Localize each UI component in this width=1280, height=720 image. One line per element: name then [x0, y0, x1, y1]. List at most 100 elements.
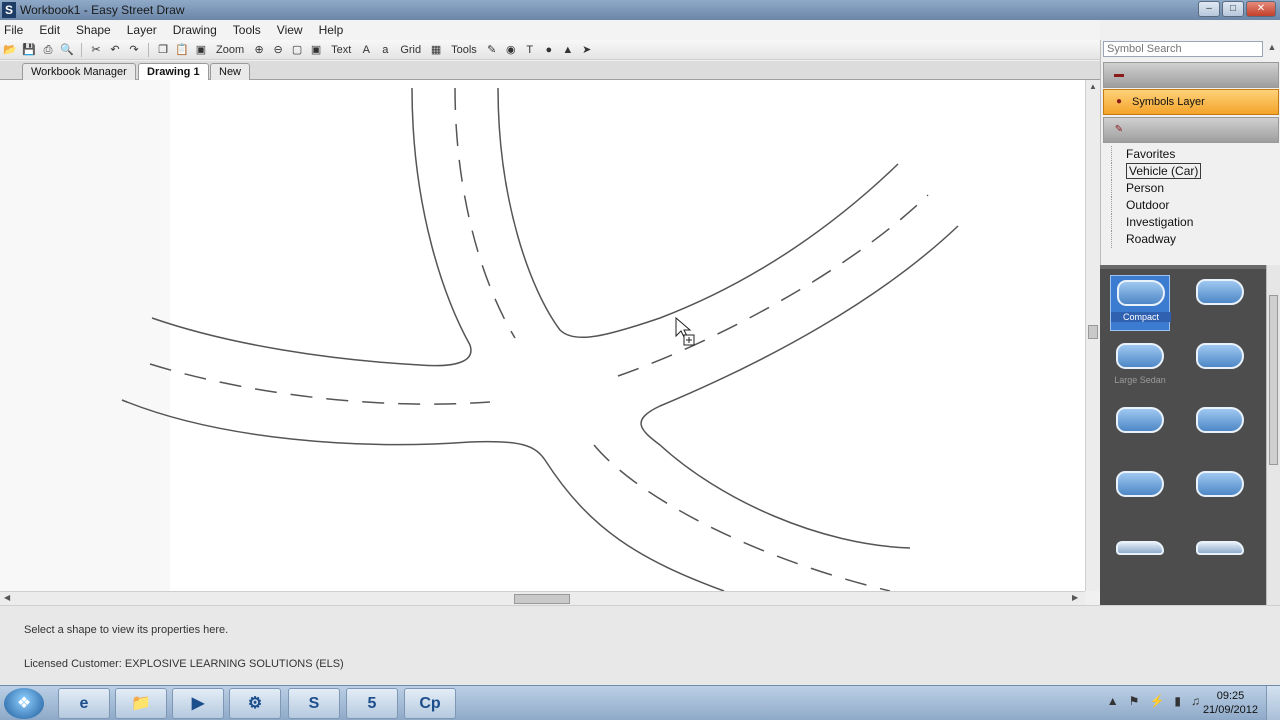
- category-roadway[interactable]: Roadway: [1111, 231, 1271, 248]
- scroll-thumb[interactable]: [1088, 325, 1098, 339]
- properties-hint: Select a shape to view its properties he…: [24, 624, 229, 636]
- symbol-car[interactable]: [1110, 403, 1170, 459]
- power-icon[interactable]: ⚡: [1149, 694, 1164, 708]
- zoom-window-icon[interactable]: ▣: [308, 43, 324, 57]
- category-investigation[interactable]: Investigation: [1111, 214, 1271, 231]
- symbol-car-side[interactable]: [1110, 531, 1170, 587]
- symbol-car[interactable]: [1190, 403, 1250, 459]
- symbol-large-sedan[interactable]: Large Sedan: [1110, 339, 1170, 395]
- tab-strip: Workbook Manager Drawing 1 New: [0, 61, 1100, 81]
- group-icon[interactable]: ▣: [193, 43, 209, 57]
- text-tool-icon[interactable]: T: [522, 43, 538, 57]
- print-icon[interactable]: ⎙: [40, 43, 56, 57]
- tray-expand-icon[interactable]: ▲: [1107, 694, 1119, 708]
- menu-view[interactable]: View: [277, 23, 303, 37]
- media-player-icon[interactable]: ▶: [172, 688, 224, 719]
- category-person[interactable]: Person: [1111, 180, 1271, 197]
- symbol-car[interactable]: [1190, 339, 1250, 395]
- layer-button-annotation[interactable]: ✎: [1103, 117, 1279, 143]
- clock[interactable]: 09:25 21/09/2012: [1203, 689, 1258, 717]
- skype-icon[interactable]: S: [288, 688, 340, 719]
- symbol-gallery-scrollbar[interactable]: [1266, 265, 1280, 605]
- menu-layer[interactable]: Layer: [127, 23, 157, 37]
- car-tool-icon[interactable]: ●: [541, 43, 557, 57]
- drawing-canvas[interactable]: [0, 80, 1085, 591]
- category-vehicle-car[interactable]: Vehicle (Car): [1111, 163, 1271, 180]
- tools-app-icon[interactable]: ⚙: [229, 688, 281, 719]
- menu-file[interactable]: File: [4, 23, 23, 37]
- menu-shape[interactable]: Shape: [76, 23, 111, 37]
- menu-drawing[interactable]: Drawing: [173, 23, 217, 37]
- print-preview-icon[interactable]: 🔍: [59, 43, 75, 57]
- network-icon[interactable]: ▮: [1174, 694, 1181, 708]
- symbol-car[interactable]: [1110, 467, 1170, 523]
- symbol-car-side[interactable]: [1190, 531, 1250, 587]
- zoom-fit-icon[interactable]: ▢: [289, 43, 305, 57]
- text-label: Text: [331, 43, 352, 56]
- internet-explorer-icon[interactable]: e: [58, 688, 110, 719]
- car-top-icon: [1196, 471, 1244, 497]
- save-icon[interactable]: 💾: [21, 43, 37, 57]
- zoom-out-icon[interactable]: ⊖: [270, 43, 286, 57]
- sign-tool-icon[interactable]: ▲: [560, 43, 576, 57]
- mouse-cursor-icon: [675, 316, 695, 346]
- lane-divider: [454, 87, 516, 339]
- layer-button-symbols[interactable]: ● Symbols Layer: [1103, 89, 1279, 115]
- undo-icon[interactable]: ↶: [107, 43, 123, 57]
- cut-icon[interactable]: ✂: [88, 43, 104, 57]
- show-desktop-button[interactable]: [1266, 686, 1280, 720]
- lane-divider: [149, 363, 491, 405]
- road-edge: [497, 87, 899, 339]
- road-edge: [640, 225, 959, 549]
- scroll-right-icon[interactable]: ▶: [1072, 593, 1078, 602]
- canvas-vertical-scrollbar[interactable]: ▲: [1085, 80, 1100, 591]
- windows-taskbar: ❖ e 📁 ▶ ⚙ S 5 Cp ▲ ⚑ ⚡ ▮ ♫ 09:25 21/09/2…: [0, 685, 1280, 720]
- scroll-thumb[interactable]: [1269, 295, 1278, 465]
- scroll-left-icon[interactable]: ◀: [4, 593, 10, 602]
- car-top-icon: [1116, 471, 1164, 497]
- measure-icon[interactable]: ✎: [484, 43, 500, 57]
- maximize-button[interactable]: □: [1222, 1, 1244, 17]
- grid-icon[interactable]: ▦: [428, 43, 444, 57]
- menu-help[interactable]: Help: [319, 23, 344, 37]
- symbol-compact[interactable]: Compact: [1110, 275, 1171, 331]
- window-title: Workbook1 - Easy Street Draw: [20, 3, 185, 17]
- tab-drawing-1[interactable]: Drawing 1: [138, 63, 209, 81]
- start-button[interactable]: ❖: [4, 688, 44, 719]
- car-side-icon: [1116, 541, 1164, 555]
- scroll-up-icon[interactable]: ▲: [1266, 42, 1278, 56]
- redo-icon[interactable]: ↷: [126, 43, 142, 57]
- arrow-tool-icon[interactable]: ➤: [579, 43, 595, 57]
- paste-icon[interactable]: 📋: [174, 43, 190, 57]
- action-center-icon[interactable]: ⚑: [1129, 694, 1140, 708]
- window-controls: – □ ✕: [1198, 1, 1276, 17]
- menu-edit[interactable]: Edit: [39, 23, 60, 37]
- tab-workbook-manager[interactable]: Workbook Manager: [22, 63, 136, 80]
- tab-new[interactable]: New: [210, 63, 251, 80]
- font-decrease-icon[interactable]: a: [377, 43, 393, 57]
- minimize-button[interactable]: –: [1198, 1, 1220, 17]
- easy-street-draw-icon[interactable]: 5: [346, 688, 398, 719]
- volume-icon[interactable]: ♫: [1191, 694, 1200, 708]
- copy-icon[interactable]: ❐: [155, 43, 171, 57]
- symbol-search-input[interactable]: [1103, 41, 1263, 57]
- scroll-up-icon[interactable]: ▲: [1089, 82, 1097, 91]
- symbol-car[interactable]: [1190, 275, 1250, 331]
- captivate-icon[interactable]: Cp: [404, 688, 456, 719]
- file-explorer-icon[interactable]: 📁: [115, 688, 167, 719]
- canvas-horizontal-scrollbar[interactable]: ◀ ▶: [0, 591, 1085, 605]
- road-icon: ▬: [1114, 69, 1124, 80]
- category-favorites[interactable]: Favorites: [1111, 146, 1271, 163]
- open-folder-icon[interactable]: 📂: [2, 43, 18, 57]
- menu-tools[interactable]: Tools: [233, 23, 261, 37]
- category-outdoor[interactable]: Outdoor: [1111, 197, 1271, 214]
- close-button[interactable]: ✕: [1246, 1, 1276, 17]
- zoom-in-icon[interactable]: ⊕: [251, 43, 267, 57]
- font-increase-icon[interactable]: A: [358, 43, 374, 57]
- scroll-thumb[interactable]: [514, 594, 570, 604]
- camera-icon[interactable]: ◉: [503, 43, 519, 57]
- symbol-gallery: Compact Large Sedan: [1100, 265, 1266, 605]
- lane-divider: [593, 444, 891, 591]
- layer-button-roadway[interactable]: ▬: [1103, 62, 1279, 88]
- symbol-car[interactable]: [1190, 467, 1250, 523]
